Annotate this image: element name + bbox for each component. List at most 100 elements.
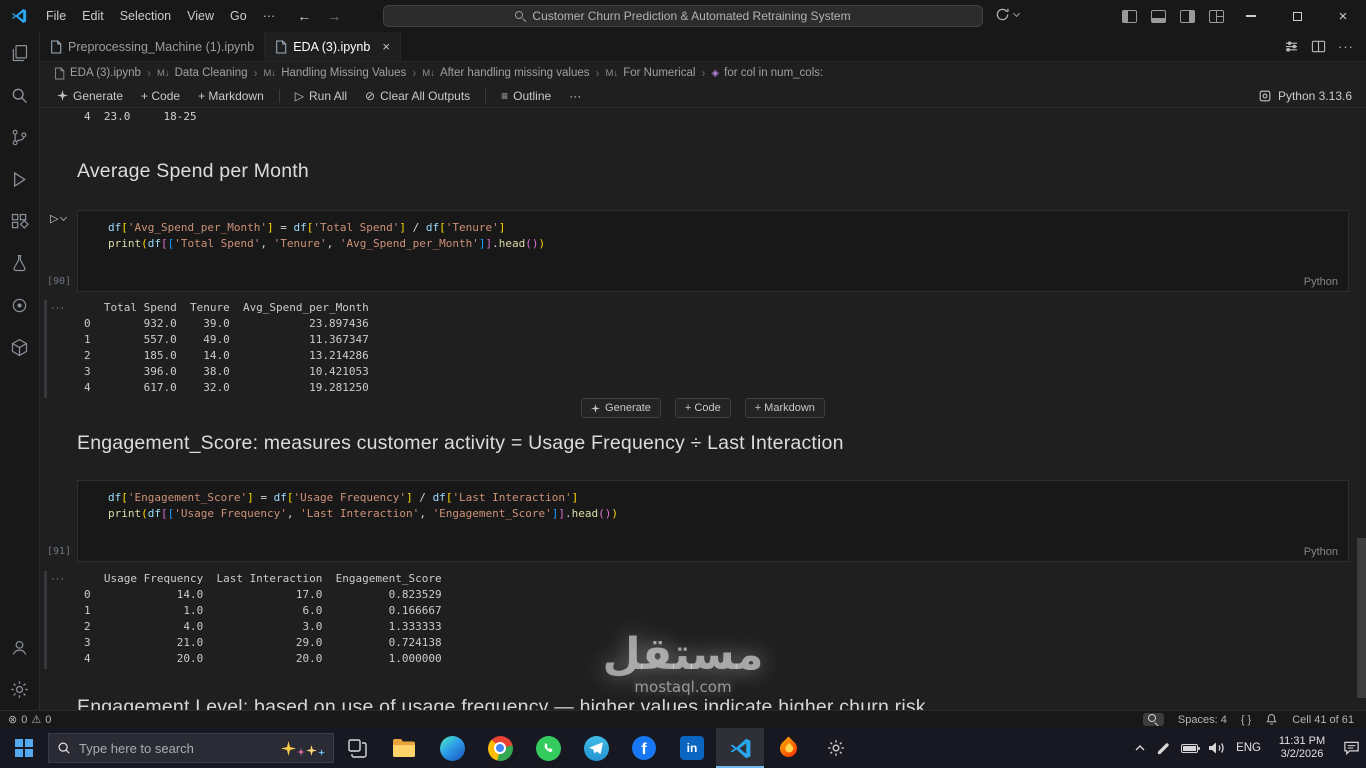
add-markdown-button[interactable]: + Markdown [744,398,825,418]
output-more-icon[interactable]: ··· [51,573,65,585]
more-actions-icon[interactable]: ··· [1338,39,1354,54]
tab-preprocessing-machine[interactable]: Preprocessing_Machine (1).ipynb [40,32,266,61]
sync-dropdown-button[interactable] [995,7,1021,22]
telegram-icon[interactable] [572,728,620,768]
taskbar-clock[interactable]: 11:31 PM 3/2/2026 [1271,735,1333,761]
tab-eda-3[interactable]: EDA (3).ipynb × [265,32,401,61]
facebook-icon[interactable]: f [620,728,668,768]
edge-icon[interactable] [428,728,476,768]
markdown-heading[interactable]: Engagement_Score: measures customer acti… [77,432,844,455]
editor-area: Preprocessing_Machine (1).ipynb EDA (3).… [40,32,1366,710]
task-view-button[interactable] [334,728,380,768]
battery-icon[interactable] [1181,743,1201,753]
cell-language-label[interactable]: Python [1304,276,1338,288]
search-sidebar-icon[interactable] [0,74,40,116]
command-center-search[interactable]: Customer Churn Prediction & Automated Re… [383,5,983,27]
code-editor[interactable]: df['Engagement_Score'] = df['Usage Frequ… [78,481,1348,522]
cell-position-indicator[interactable]: Cell 41 of 61 [1292,714,1354,726]
maximize-button[interactable] [1274,0,1320,32]
start-button[interactable] [0,728,48,768]
run-debug-icon[interactable] [0,158,40,200]
breadcrumb-item[interactable]: Data Cleaning [175,67,248,79]
toggle-sidebar-right-icon[interactable] [1180,9,1195,23]
breadcrumb-item[interactable]: EDA (3).ipynb [70,67,141,79]
accounts-icon[interactable] [0,626,40,668]
whatsapp-icon[interactable] [524,728,572,768]
testing-flask-icon[interactable] [0,242,40,284]
linkedin-icon[interactable]: in [668,728,716,768]
menu-selection[interactable]: Selection [112,5,179,27]
back-arrow-icon[interactable]: ← [297,8,311,24]
generate-button[interactable]: Generate [50,87,130,105]
markdown-heading[interactable]: Average Spend per Month [77,160,309,183]
source-control-icon[interactable] [0,116,40,158]
menu-file[interactable]: File [38,5,74,27]
hidden-icons-chevron[interactable] [1134,744,1146,752]
clear-outputs-button[interactable]: ⊘ Clear All Outputs [358,87,477,105]
chrome-icon[interactable] [476,728,524,768]
language-indicator[interactable]: ENG [1236,742,1261,754]
pen-icon[interactable] [1156,741,1171,756]
customize-layout-icon[interactable] [1209,9,1224,23]
search-highlights-icon[interactable] [281,740,325,756]
vertical-scrollbar[interactable] [1357,538,1366,698]
execution-count: [91] [47,546,72,557]
close-window-button[interactable]: × [1320,0,1366,32]
outline-button[interactable]: ≡ Outline [494,87,558,105]
minimize-button[interactable] [1228,0,1274,32]
menu-edit[interactable]: Edit [74,5,112,27]
clear-all-icon: ⊘ [365,88,376,103]
add-markdown-button[interactable]: + Markdown [191,87,271,105]
run-all-button[interactable]: ▷ Run All [288,87,354,105]
menu-view[interactable]: View [179,5,222,27]
indent-indicator[interactable]: Spaces: 4 [1178,714,1227,726]
containers-icon[interactable] [0,326,40,368]
code-cell[interactable]: df['Engagement_Score'] = df['Usage Frequ… [77,480,1349,562]
date-text: 3/2/2026 [1280,748,1324,760]
braces-indicator[interactable]: { } [1241,714,1251,726]
settings-icon[interactable] [812,728,860,768]
add-code-button[interactable]: + Code [674,398,731,418]
split-editor-icon[interactable] [1311,39,1326,54]
jupyter-icon[interactable] [0,284,40,326]
layout-controls [1122,0,1224,32]
code-editor[interactable]: df['Avg_Spend_per_Month'] = df['Total Sp… [78,211,1348,252]
problems-indicator[interactable]: ⊗ 0 ⚠ 0 [8,713,51,727]
cell-language-label[interactable]: Python [1304,546,1338,558]
code-line: print(df[['Usage Frequency', 'Last Inter… [108,506,1348,522]
notifications-bell-icon[interactable] [1265,713,1278,726]
manage-gear-icon[interactable] [0,668,40,710]
breadcrumb-item[interactable]: Handling Missing Values [281,67,406,79]
volume-icon[interactable] [1208,741,1226,755]
toolbar-more-button[interactable]: ··· [562,87,588,105]
action-center-icon[interactable] [1343,740,1360,756]
breadcrumb-item[interactable]: For Numerical [623,67,695,79]
generate-button[interactable]: Generate [581,398,661,418]
code-cell[interactable]: df['Avg_Spend_per_Month'] = df['Total Sp… [77,210,1349,292]
menu-more[interactable]: ··· [255,5,284,27]
settings-sliders-icon[interactable] [1284,39,1299,54]
flame-app-icon[interactable] [764,728,812,768]
code-token: 'Last Interaction' [300,507,420,520]
error-count: 0 [21,713,28,726]
kernel-picker[interactable]: Python 3.13.6 [1258,89,1366,103]
extensions-icon[interactable] [0,200,40,242]
menu-go[interactable]: Go [222,5,255,27]
forward-arrow-icon[interactable]: → [327,8,341,24]
toggle-sidebar-left-icon[interactable] [1122,9,1137,23]
output-more-icon[interactable]: ··· [51,302,65,314]
toggle-panel-icon[interactable] [1151,9,1166,23]
taskbar-search-box[interactable]: Type here to search [48,733,334,763]
breadcrumb-item[interactable]: After handling missing values [440,67,590,79]
run-cell-button[interactable]: ▷ [50,212,68,225]
status-search-chip[interactable] [1142,713,1164,726]
file-explorer-icon[interactable] [380,728,428,768]
code-token: = [253,491,274,504]
code-token: ) [531,237,539,250]
add-code-button[interactable]: + Code [134,87,187,105]
close-tab-icon[interactable]: × [382,39,390,54]
vscode-taskbar-icon[interactable] [716,728,764,768]
notebook-editor[interactable]: 4 23.0 18-25 Average Spend per Month ▷ d… [40,108,1366,710]
explorer-icon[interactable] [0,32,40,74]
breadcrumb-item[interactable]: for col in num_cols: [724,67,823,79]
